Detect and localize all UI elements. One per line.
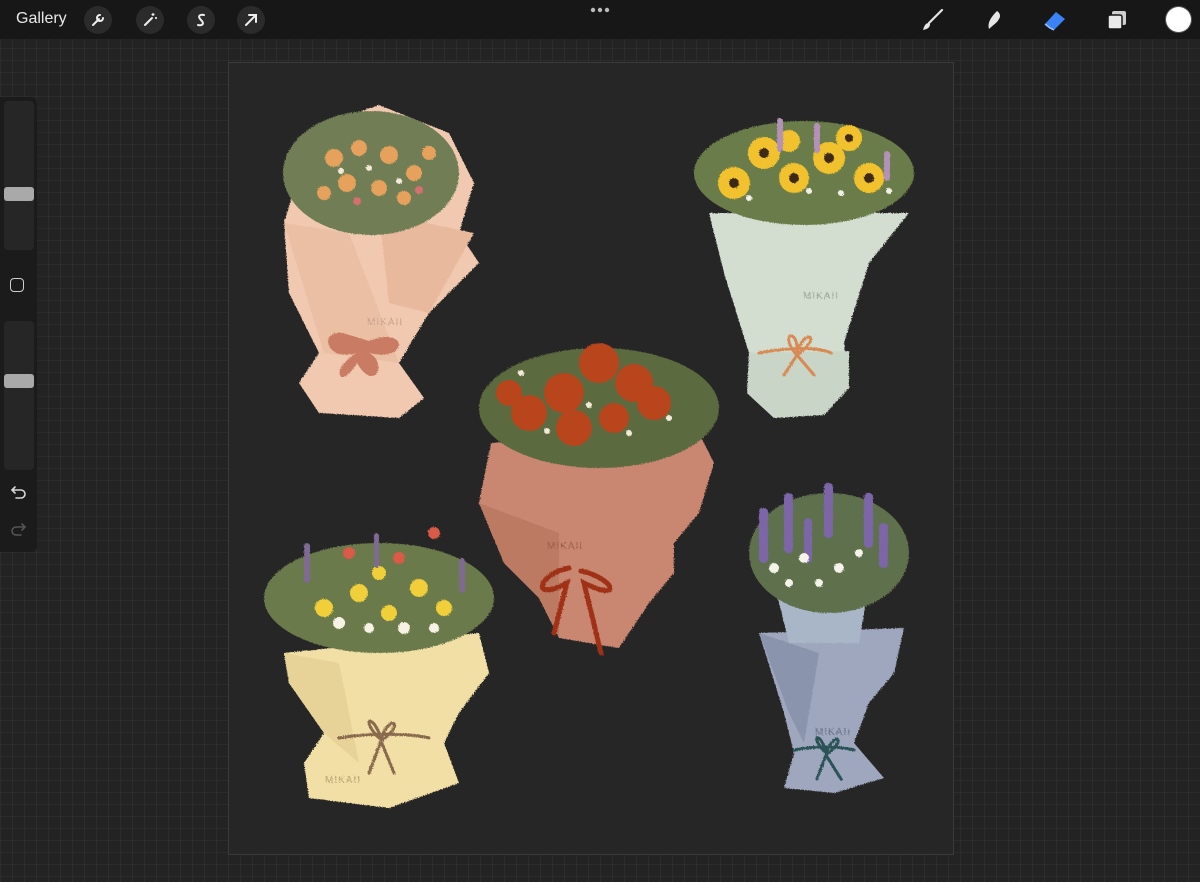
modify-button[interactable] <box>10 278 24 292</box>
left-sidebar <box>0 97 37 552</box>
undo-icon[interactable] <box>10 485 27 500</box>
selection-s-icon <box>197 13 205 27</box>
actions-button[interactable] <box>84 6 112 34</box>
layers-button[interactable] <box>1103 6 1131 34</box>
bouquet-watermark: MIKAII <box>367 317 403 328</box>
magic-wand-icon <box>144 13 157 26</box>
more-dots-icon[interactable] <box>589 5 611 15</box>
eraser-icon <box>1044 12 1065 31</box>
opacity-thumb[interactable] <box>4 374 34 388</box>
bouquet-watermark: MIKAII <box>803 291 839 302</box>
layers-icon <box>1107 11 1126 30</box>
drawing-canvas[interactable]: MIKAII MIKAII MIKAII MIKAII MIKAII <box>228 62 954 855</box>
lavender-bouquet: MIKAII <box>749 483 909 793</box>
artwork: MIKAII MIKAII MIKAII MIKAII MIKAII <box>264 105 914 808</box>
eraser-tool-button[interactable] <box>1041 6 1069 34</box>
color-picker-button[interactable] <box>1166 7 1191 32</box>
transform-button[interactable] <box>237 6 265 34</box>
wrench-icon <box>92 14 104 26</box>
brush-size-slider[interactable] <box>4 101 34 250</box>
opacity-slider[interactable] <box>4 321 34 470</box>
brush-tool-button[interactable] <box>919 6 947 34</box>
rose-bouquet: MIKAII <box>479 343 719 656</box>
bouquet-watermark: MIKAII <box>815 727 851 738</box>
smudge-icon <box>988 11 1001 29</box>
brush-icon <box>923 8 944 30</box>
bouquet-watermark: MIKAII <box>325 775 361 786</box>
adjustments-button[interactable] <box>136 6 164 34</box>
selection-button[interactable] <box>187 6 215 34</box>
sunflower-bouquet: MIKAII <box>694 118 914 418</box>
top-toolbar: Gallery <box>0 0 1200 39</box>
peach-bouquet: MIKAII <box>283 105 479 418</box>
wildflower-bouquet: MIKAII <box>264 527 494 808</box>
gallery-button[interactable]: Gallery <box>16 10 67 28</box>
brush-size-thumb[interactable] <box>4 187 34 201</box>
redo-icon[interactable] <box>10 522 27 537</box>
arrow-cursor-icon <box>245 14 257 26</box>
bouquet-watermark: MIKAII <box>547 541 583 552</box>
smudge-tool-button[interactable] <box>980 6 1008 34</box>
